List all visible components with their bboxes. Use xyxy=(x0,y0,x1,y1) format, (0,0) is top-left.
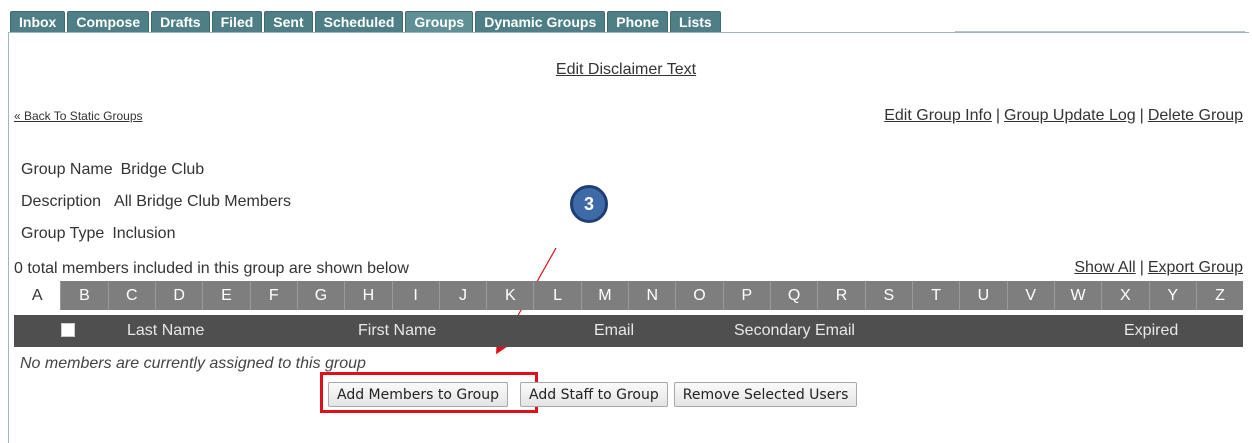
add-staff-button[interactable]: Add Staff to Group xyxy=(520,382,668,407)
column-secondary-email[interactable]: Secondary Email xyxy=(734,322,855,340)
letter-filter-c[interactable]: C xyxy=(108,281,156,310)
letter-filter-x[interactable]: X xyxy=(1102,281,1150,310)
letter-filter-b[interactable]: B xyxy=(61,281,109,310)
separator: | xyxy=(1139,259,1144,276)
letter-filter-h[interactable]: H xyxy=(345,281,393,310)
column-first-name[interactable]: First Name xyxy=(358,322,436,340)
letter-filter-m[interactable]: M xyxy=(581,281,630,310)
remove-selected-users-button[interactable]: Remove Selected Users xyxy=(673,382,858,407)
letter-filter-u[interactable]: U xyxy=(960,281,1008,310)
member-links: Show All | Export Group xyxy=(1074,259,1243,277)
show-all-link[interactable]: Show All xyxy=(1074,259,1135,276)
letter-filter-p[interactable]: P xyxy=(723,281,771,310)
letter-filter-y[interactable]: Y xyxy=(1149,281,1197,310)
column-email[interactable]: Email xyxy=(594,322,634,340)
members-table-header: Last Name First Name Email Secondary Ema… xyxy=(14,315,1243,347)
letter-filter-r[interactable]: R xyxy=(818,281,866,310)
letter-filter-g[interactable]: G xyxy=(297,281,346,310)
letter-filter-k[interactable]: K xyxy=(487,281,535,310)
alphabet-filter: A B C D E F G H I J K L M N O P Q R S T … xyxy=(14,281,1244,310)
letter-filter-s[interactable]: S xyxy=(865,281,913,310)
column-last-name[interactable]: Last Name xyxy=(127,322,204,340)
empty-members-message: No members are currently assigned to thi… xyxy=(20,355,366,372)
add-members-button[interactable]: Add Members to Group xyxy=(328,382,509,407)
letter-filter-q[interactable]: Q xyxy=(771,281,819,310)
letter-filter-v[interactable]: V xyxy=(1007,281,1055,310)
letter-filter-f[interactable]: F xyxy=(250,281,298,310)
export-group-link[interactable]: Export Group xyxy=(1148,259,1243,276)
letter-filter-l[interactable]: L xyxy=(534,281,582,310)
action-buttons: Add Members to Group Add Staff to Group … xyxy=(328,382,858,407)
letter-filter-d[interactable]: D xyxy=(155,281,204,310)
members-count-text: 0 total members included in this group a… xyxy=(14,260,409,277)
letter-filter-t[interactable]: T xyxy=(912,281,961,310)
letter-filter-i[interactable]: I xyxy=(392,281,440,310)
select-all-checkbox[interactable] xyxy=(61,323,75,337)
column-expired[interactable]: Expired xyxy=(1124,322,1178,340)
letter-filter-e[interactable]: E xyxy=(203,281,251,310)
letter-filter-o[interactable]: O xyxy=(676,281,724,310)
letter-filter-n[interactable]: N xyxy=(629,281,677,310)
letter-filter-j[interactable]: J xyxy=(439,281,488,310)
letter-filter-a[interactable]: A xyxy=(14,281,62,310)
letter-filter-w[interactable]: W xyxy=(1054,281,1103,310)
letter-filter-z[interactable]: Z xyxy=(1196,281,1244,310)
